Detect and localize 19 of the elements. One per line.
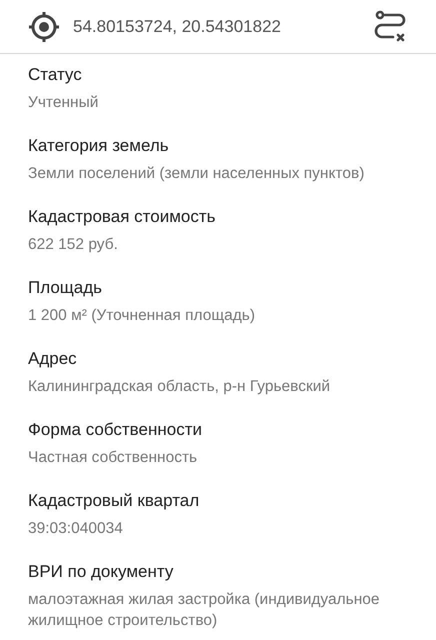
- field-value: 622 152 руб.: [28, 235, 119, 255]
- coordinates-text: 54.80153724, 20.54301822: [73, 16, 282, 36]
- field-value: Учтенный: [28, 93, 100, 113]
- field-value: Частная собственность: [28, 448, 198, 468]
- field-label: Площадь: [28, 277, 104, 298]
- field-value: 1 200 м² (Уточненная площадь): [28, 306, 256, 326]
- field-value: малоэтажная жилая застройка (индивидуальное жилищное строительство): [28, 590, 381, 631]
- route-clear-icon[interactable]: [374, 10, 408, 44]
- field-label: Форма собственности: [28, 419, 203, 440]
- field-value: Земли поселений (земли населенных пунктов): [28, 164, 366, 184]
- field-label: Категория земель: [28, 135, 170, 156]
- field-value: Калининградская область, р-н Гурьевский: [28, 377, 332, 397]
- field-label: Кадастровая стоимость: [28, 206, 216, 227]
- location-target-icon[interactable]: [27, 10, 61, 44]
- field-label: Статус: [28, 64, 83, 85]
- field-label: Кадастровый квартал: [28, 490, 200, 511]
- field-label: ВРИ по документу: [28, 561, 174, 582]
- field-label: Адрес: [28, 348, 78, 369]
- field-value: 39:03:040034: [28, 519, 124, 539]
